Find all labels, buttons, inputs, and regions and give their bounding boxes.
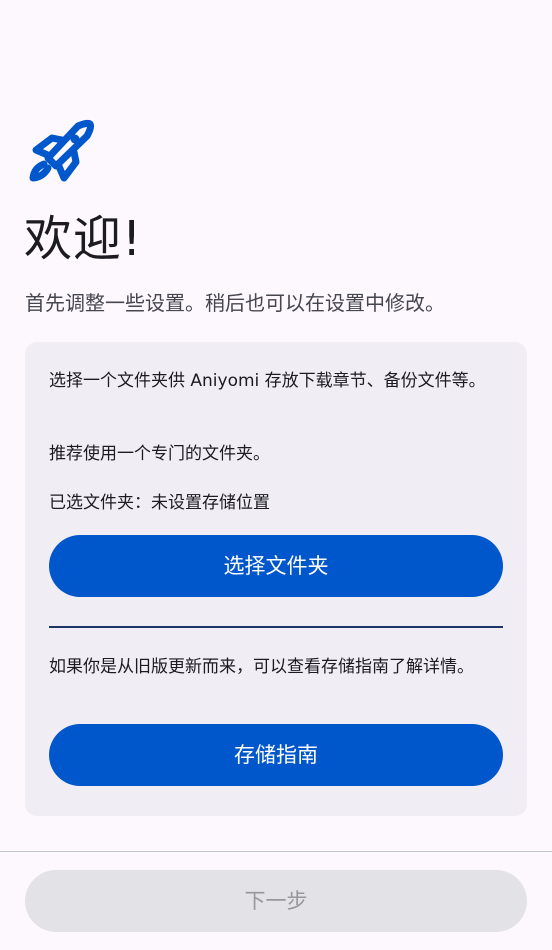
next-button[interactable]: 下一步 bbox=[25, 870, 527, 932]
card-divider bbox=[49, 626, 503, 628]
storage-recommendation: 推荐使用一个专门的文件夹。 bbox=[49, 444, 270, 464]
storage-description: 选择一个文件夹供 Aniyomi 存放下载章节、备份文件等。 bbox=[49, 371, 486, 391]
welcome-subtitle: 首先调整一些设置。稍后也可以在设置中修改。 bbox=[25, 291, 445, 315]
selected-folder-text: 已选文件夹：未设置存储位置 bbox=[49, 493, 270, 513]
storage-card: 选择一个文件夹供 Aniyomi 存放下载章节、备份文件等。 推荐使用一个专门的… bbox=[25, 342, 527, 816]
welcome-title: 欢迎! bbox=[24, 211, 143, 267]
upgrade-note: 如果你是从旧版更新而来，可以查看存储指南了解详情。 bbox=[49, 657, 474, 677]
storage-guide-button[interactable]: 存储指南 bbox=[49, 724, 503, 786]
pick-folder-button[interactable]: 选择文件夹 bbox=[49, 535, 503, 597]
footer-divider bbox=[0, 851, 552, 852]
rocket-icon bbox=[29, 119, 95, 182]
